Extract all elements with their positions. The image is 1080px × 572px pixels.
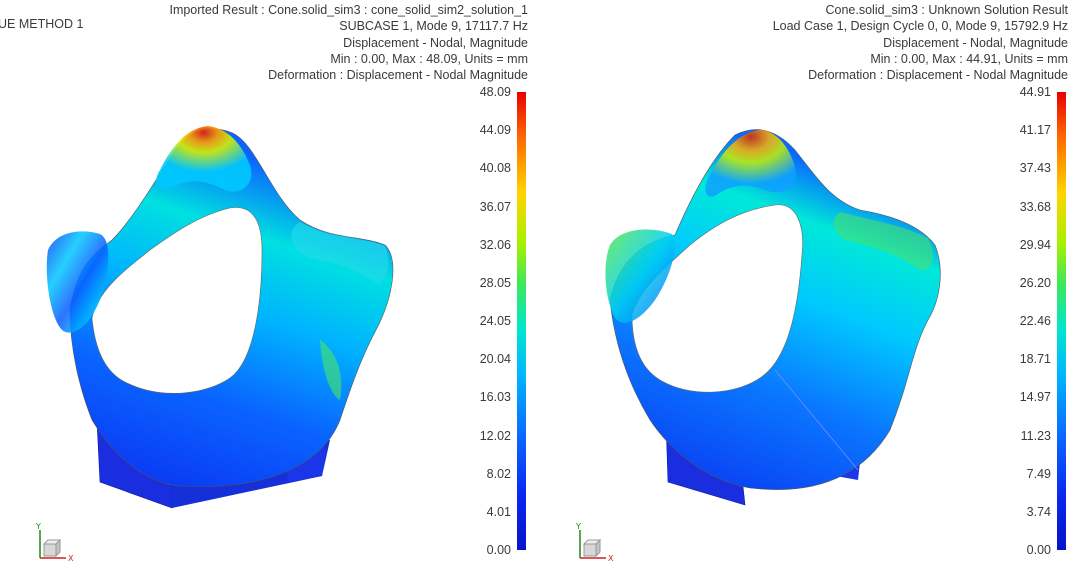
legend-tick: 37.43 — [1019, 161, 1051, 176]
color-legend-ticks: 48.09 44.09 40.08 36.07 32.06 28.05 24.0… — [451, 85, 511, 557]
legend-tick: 28.05 — [479, 275, 511, 290]
legend-tick: 32.06 — [479, 237, 511, 252]
legend-tick: 18.71 — [1019, 352, 1051, 367]
deformed-cone-model[interactable] — [540, 0, 1010, 572]
legend-tick: 11.23 — [1020, 428, 1051, 443]
legend-tick: 8.02 — [486, 466, 511, 481]
triad-y-label: Y — [35, 522, 41, 531]
legend-tick: 0.00 — [486, 543, 511, 557]
color-legend-bar — [1057, 92, 1066, 550]
deformed-cone-model[interactable] — [0, 0, 470, 572]
legend-tick: 16.03 — [479, 390, 511, 405]
legend-tick: 14.97 — [1019, 390, 1051, 405]
color-legend-bar — [517, 92, 526, 550]
legend-tick: 41.17 — [1019, 123, 1051, 138]
left-result-viewport[interactable]: UE METHOD 1 Imported Result : Cone.solid… — [0, 0, 540, 572]
legend-tick: 24.05 — [479, 314, 511, 328]
legend-tick: 33.68 — [1019, 199, 1051, 214]
legend-tick: 36.07 — [479, 199, 511, 214]
right-result-viewport[interactable]: Cone.solid_sim3 : Unknown Solution Resul… — [540, 0, 1080, 572]
triad-y-label: Y — [575, 522, 581, 531]
triad-x-label: X — [608, 554, 614, 563]
legend-tick: 40.08 — [479, 161, 511, 176]
legend-tick: 7.49 — [1026, 466, 1051, 481]
legend-tick: 48.09 — [479, 85, 511, 99]
legend-tick: 44.09 — [479, 123, 511, 138]
legend-tick: 3.74 — [1026, 504, 1051, 519]
coordinate-triad-icon[interactable]: Y X — [570, 520, 624, 566]
legend-tick: 12.02 — [479, 428, 511, 443]
coordinate-triad-icon[interactable]: Y X — [30, 520, 84, 566]
legend-tick: 4.01 — [486, 504, 511, 519]
color-legend-ticks: 44.91 41.17 37.43 33.68 29.94 26.20 22.4… — [991, 85, 1051, 557]
triad-x-label: X — [68, 554, 74, 563]
legend-tick: 44.91 — [1019, 85, 1051, 99]
legend-tick: 20.04 — [479, 352, 511, 367]
legend-tick: 22.46 — [1019, 314, 1051, 328]
legend-tick: 26.20 — [1019, 275, 1051, 290]
legend-tick: 29.94 — [1019, 237, 1051, 252]
legend-tick: 0.00 — [1026, 543, 1051, 557]
